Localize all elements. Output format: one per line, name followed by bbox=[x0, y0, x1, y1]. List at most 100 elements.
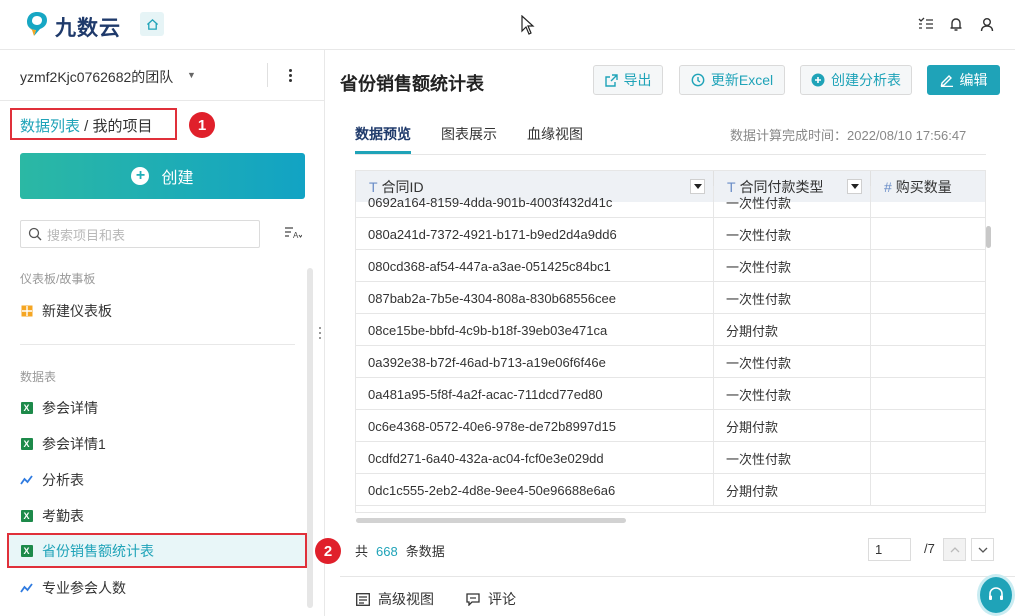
export-button[interactable]: 导出 bbox=[593, 65, 663, 95]
resize-handle-icon[interactable] bbox=[319, 327, 322, 339]
table-cell[interactable] bbox=[871, 218, 985, 250]
home-icon bbox=[146, 18, 158, 30]
sidebar-item-label: 新建仪表板 bbox=[42, 303, 112, 319]
table-row[interactable]: 0dc1c555-2eb2-4d8e-9ee4-50e96688e6a6 分期付款 bbox=[356, 474, 985, 506]
advanced-view-tab[interactable]: 高级视图 bbox=[356, 589, 434, 609]
table-row[interactable]: 0a481a95-5f8f-4a2f-acac-711dcd77ed80 一次性付… bbox=[356, 378, 985, 410]
sidebar-scrollbar[interactable] bbox=[307, 268, 313, 608]
divider bbox=[355, 154, 986, 155]
task-list-icon[interactable] bbox=[916, 14, 936, 34]
group-label-tables: 数据表 bbox=[20, 370, 57, 384]
table-cell[interactable]: 一次性付款 bbox=[714, 186, 871, 218]
table-row[interactable]: 087bab2a-7b5e-4304-808a-830b68556cee 一次性付… bbox=[356, 282, 985, 314]
table-cell[interactable] bbox=[871, 314, 985, 346]
table-horizontal-scrollbar[interactable] bbox=[356, 518, 626, 523]
table-cell[interactable]: 0dc1c555-2eb2-4d8e-9ee4-50e96688e6a6 bbox=[356, 474, 714, 506]
table-cell[interactable]: 分期付款 bbox=[714, 314, 871, 346]
table-vertical-scrollbar[interactable] bbox=[986, 226, 991, 248]
more-vertical-icon[interactable] bbox=[282, 63, 298, 87]
update-excel-button[interactable]: 更新Excel bbox=[679, 65, 785, 95]
tab-chart-display[interactable]: 图表展示 bbox=[441, 124, 497, 144]
tab-data-preview[interactable]: 数据预览 bbox=[355, 124, 411, 144]
create-button[interactable]: + 创建 bbox=[20, 153, 305, 199]
advanced-view-icon bbox=[356, 592, 370, 606]
table-cell[interactable]: 080a241d-7372-4921-b171-b9ed2d4a9dd6 bbox=[356, 218, 714, 250]
table-row[interactable]: 0692a164-8159-4dda-901b-4003f432d41c 一次性付… bbox=[356, 186, 985, 218]
table-cell[interactable] bbox=[871, 346, 985, 378]
table-cell[interactable]: 分期付款 bbox=[714, 410, 871, 442]
home-button[interactable] bbox=[140, 12, 164, 36]
comment-tab[interactable]: 评论 bbox=[466, 589, 516, 609]
table-row[interactable]: 0cdfd271-6a40-432a-ac04-fcf0e3e029dd 一次性付… bbox=[356, 442, 985, 474]
search-icon bbox=[28, 227, 42, 241]
page-total: /7 bbox=[924, 541, 935, 556]
table-cell[interactable]: 一次性付款 bbox=[714, 378, 871, 410]
table-cell[interactable] bbox=[871, 442, 985, 474]
table-cell[interactable] bbox=[871, 474, 985, 506]
table-cell[interactable]: 0a392e38-b72f-46ad-b713-a19e06f6f46e bbox=[356, 346, 714, 378]
breadcrumb-current: 我的项目 bbox=[92, 118, 153, 135]
export-button-label: 导出 bbox=[623, 72, 652, 88]
tab-lineage-view[interactable]: 血缘视图 bbox=[527, 124, 583, 144]
notification-bell-icon[interactable] bbox=[946, 14, 966, 34]
table-cell[interactable]: 0692a164-8159-4dda-901b-4003f432d41c bbox=[356, 186, 714, 218]
table-cell[interactable]: 一次性付款 bbox=[714, 250, 871, 282]
create-analysis-button[interactable]: 创建分析表 bbox=[800, 65, 912, 95]
sidebar-item-table[interactable]: X 考勤表 bbox=[20, 501, 305, 531]
support-chat-button[interactable] bbox=[977, 574, 1015, 616]
edit-button[interactable]: 编辑 bbox=[927, 65, 1000, 95]
sidebar-item-label: 专业参会人数 bbox=[42, 580, 126, 596]
search-field[interactable] bbox=[20, 220, 260, 248]
page-number-input[interactable] bbox=[868, 538, 911, 561]
table-cell[interactable] bbox=[871, 282, 985, 314]
table-cell[interactable]: 0cdfd271-6a40-432a-ac04-fcf0e3e029dd bbox=[356, 442, 714, 474]
table-row[interactable]: 08ce15be-bbfd-4c9b-b18f-39eb03e471ca 分期付款 bbox=[356, 314, 985, 346]
search-input[interactable] bbox=[47, 225, 252, 245]
table-cell[interactable]: 一次性付款 bbox=[714, 442, 871, 474]
table-cell[interactable]: 08ce15be-bbfd-4c9b-b18f-39eb03e471ca bbox=[356, 314, 714, 346]
table-cell[interactable]: 0c6e4368-0572-40e6-978e-de72b8997d15 bbox=[356, 410, 714, 442]
sidebar-item-table[interactable]: 分析表 bbox=[20, 465, 305, 495]
calc-complete-time: 数据计算完成时间：2022/08/10 17:56:47 bbox=[730, 128, 967, 143]
refresh-icon bbox=[691, 73, 705, 87]
breadcrumb-link-data-list[interactable]: 数据列表 bbox=[20, 118, 80, 135]
svg-text:A: A bbox=[293, 231, 299, 240]
page-prev-button[interactable] bbox=[943, 538, 966, 561]
team-dropdown-icon[interactable]: ▼ bbox=[187, 70, 196, 80]
table-cell[interactable]: 一次性付款 bbox=[714, 218, 871, 250]
table-row[interactable]: 0c6e4368-0572-40e6-978e-de72b8997d15 分期付款 bbox=[356, 410, 985, 442]
headset-icon bbox=[989, 587, 1003, 600]
page-next-button[interactable] bbox=[971, 538, 994, 561]
table-row[interactable]: 080a241d-7372-4921-b171-b9ed2d4a9dd6 一次性付… bbox=[356, 218, 985, 250]
user-account-icon[interactable] bbox=[977, 14, 997, 34]
record-count-prefix: 共 bbox=[355, 544, 369, 559]
sort-icon[interactable]: A bbox=[284, 226, 303, 243]
table-row[interactable]: 080cd368-af54-447a-a3ae-051425c84bc1 一次性付… bbox=[356, 250, 985, 282]
analysis-icon bbox=[20, 582, 33, 595]
table-cell[interactable] bbox=[871, 410, 985, 442]
callout-badge-2: 2 bbox=[315, 538, 341, 564]
table-row[interactable]: 0a392e38-b72f-46ad-b713-a19e06f6f46e 一次性付… bbox=[356, 346, 985, 378]
sidebar-item-table[interactable]: 专业参会人数 bbox=[20, 573, 305, 603]
create-analysis-button-label: 创建分析表 bbox=[831, 72, 901, 88]
table-cell[interactable] bbox=[871, 378, 985, 410]
table-cell[interactable] bbox=[871, 250, 985, 282]
divider bbox=[20, 344, 295, 345]
table-cell[interactable]: 087bab2a-7b5e-4304-808a-830b68556cee bbox=[356, 282, 714, 314]
table-cell[interactable]: 0a481a95-5f8f-4a2f-acac-711dcd77ed80 bbox=[356, 378, 714, 410]
sidebar-item-new-dashboard[interactable]: 新建仪表板 bbox=[20, 296, 305, 326]
chevron-up-icon bbox=[950, 546, 959, 552]
breadcrumb: 数据列表 / 我的项目 bbox=[20, 115, 153, 136]
sidebar-item-table[interactable]: X 参会详情 bbox=[20, 393, 305, 423]
table-cell[interactable]: 一次性付款 bbox=[714, 346, 871, 378]
team-name[interactable]: yzmf2Kjc0762682的团队 bbox=[20, 67, 173, 87]
analysis-icon bbox=[20, 474, 33, 487]
excel-icon: X bbox=[20, 402, 33, 414]
table-cell[interactable]: 分期付款 bbox=[714, 474, 871, 506]
record-count-number: 668 bbox=[376, 544, 398, 559]
table-cell[interactable] bbox=[871, 186, 985, 218]
sidebar-item-table-selected[interactable]: X 省份销售额统计表 bbox=[20, 536, 305, 566]
table-cell[interactable]: 080cd368-af54-447a-a3ae-051425c84bc1 bbox=[356, 250, 714, 282]
table-cell[interactable]: 一次性付款 bbox=[714, 282, 871, 314]
sidebar-item-table[interactable]: X 参会详情1 bbox=[20, 429, 305, 459]
